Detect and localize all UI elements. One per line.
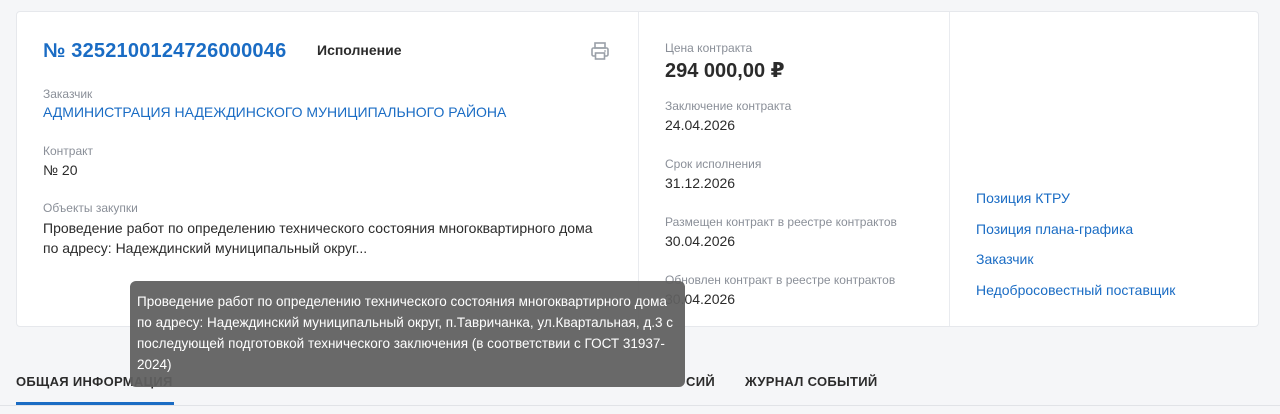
term-value: 31.12.2026 [665, 175, 736, 191]
contract-value: № 20 [43, 162, 78, 178]
tooltip-text: Проведение работ по определению техничес… [137, 294, 673, 372]
conclusion-value: 24.04.2026 [665, 117, 736, 133]
objects-text[interactable]: Проведение работ по определению техничес… [43, 218, 603, 258]
conclusion-label: Заключение контракта [665, 99, 792, 113]
price-value: 294 000,00 ₽ [665, 60, 785, 82]
tab-event-log[interactable]: ЖУРНАЛ СОБЫТИЙ [745, 374, 878, 389]
plan-schedule-position-link[interactable]: Позиция плана-графика [976, 221, 1133, 237]
customer-label: Заказчик [43, 87, 93, 101]
price-label: Цена контракта [665, 41, 753, 55]
customer-link[interactable]: Заказчик [976, 251, 1034, 267]
column-divider [638, 12, 639, 326]
contract-card: № 3252100124726000046 Исполнение Заказчи… [16, 11, 1259, 327]
term-label: Срок исполнения [665, 157, 762, 171]
objects-label: Объекты закупки [43, 201, 138, 215]
active-tab-indicator [16, 402, 174, 405]
placed-value: 30.04.2026 [665, 233, 736, 249]
tab-versions[interactable]: СИЙ [686, 374, 715, 389]
contract-label: Контракт [43, 144, 94, 158]
tabs-divider [0, 405, 1280, 406]
status-badge: Исполнение [317, 42, 402, 58]
customer-name-link[interactable]: АДМИНИСТРАЦИЯ НАДЕЖДИНСКОГО МУНИЦИПАЛЬНО… [43, 104, 506, 120]
updated-label: Обновлен контракт в реестре контрактов [665, 273, 896, 287]
objects-tooltip: Проведение работ по определению техничес… [130, 281, 685, 387]
contract-number-link[interactable]: № 3252100124726000046 [43, 40, 286, 63]
printer-icon [591, 42, 609, 60]
placed-label: Размещен контракт в реестре контрактов [665, 215, 897, 229]
unfair-supplier-link[interactable]: Недобросовестный поставщик [976, 282, 1175, 298]
column-divider [949, 12, 950, 326]
ktru-position-link[interactable]: Позиция КТРУ [976, 190, 1070, 206]
print-button[interactable] [589, 40, 611, 62]
